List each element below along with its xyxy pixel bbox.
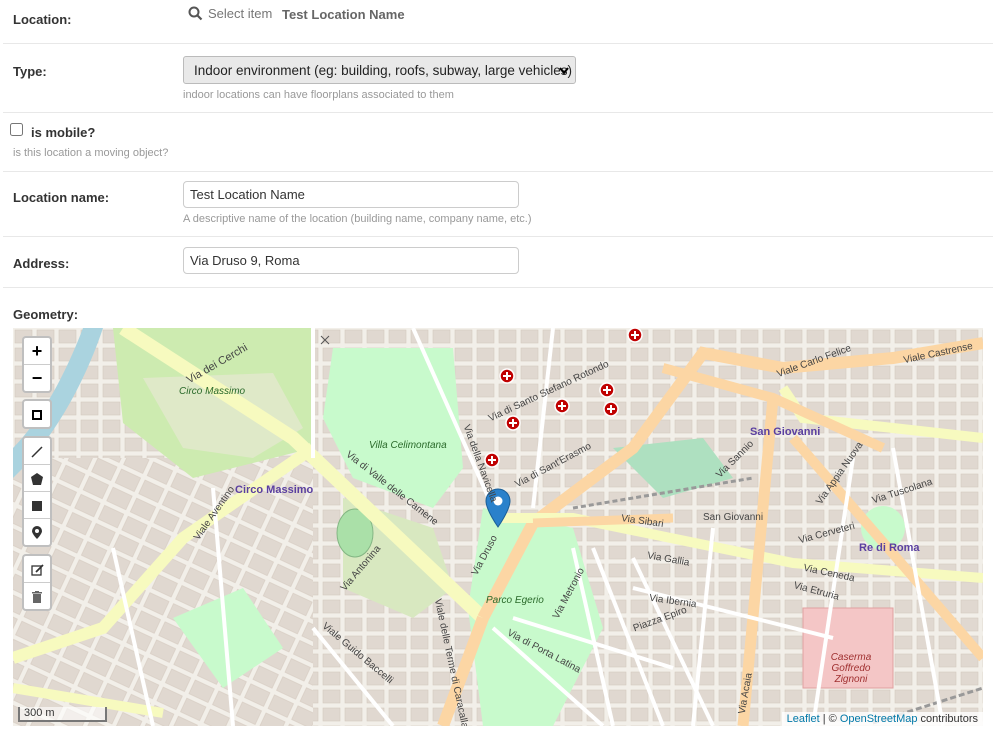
location-row: Location: Select item Test Location Name [3, 0, 993, 44]
map-attribution: Leaflet | © OpenStreetMap contributors [781, 712, 983, 726]
type-select[interactable]: Indoor environment (eg: building, roofs,… [183, 56, 576, 84]
address-row: Address: [3, 237, 993, 288]
type-row: Type: Indoor environment (eg: building, … [3, 44, 993, 113]
marker-icon [32, 526, 42, 540]
chevron-down-icon [559, 57, 569, 96]
type-help: indoor locations can have floorplans ass… [183, 89, 454, 101]
location-name-help: A descriptive name of the location (buil… [183, 213, 532, 225]
draw-polyline-button[interactable] [24, 438, 50, 465]
is-mobile-checkbox[interactable] [10, 123, 23, 136]
map-label: Circo Massimo [235, 484, 314, 496]
draw-toolbar [22, 436, 52, 547]
address-input[interactable] [183, 247, 519, 274]
map-label: Circo Massimo [179, 386, 246, 397]
zoom-in-button[interactable]: + [24, 338, 50, 365]
edit-layers-button[interactable] [24, 556, 50, 583]
scale-bar: 300 m [18, 707, 107, 722]
location-selected-value[interactable]: Test Location Name [282, 7, 405, 22]
location-select-placeholder[interactable]: Select item [208, 6, 272, 21]
trash-icon [32, 591, 42, 604]
delete-layers-button[interactable] [24, 583, 50, 609]
type-label: Type: [13, 64, 47, 79]
location-name-input[interactable] [183, 181, 519, 208]
polyline-icon [31, 446, 43, 458]
location-label: Location: [13, 12, 72, 27]
location-name-row: Location name: A descriptive name of the… [3, 172, 993, 237]
square-icon [32, 501, 42, 512]
square-outline-icon [32, 410, 42, 421]
map-label: Re di Roma [859, 542, 920, 554]
map-label: San Giovanni [750, 426, 821, 438]
location-name-label: Location name: [13, 190, 110, 205]
map-label: San Giovanni [703, 512, 764, 523]
is-mobile-label[interactable]: is mobile? [31, 125, 95, 140]
polygon-icon [31, 473, 43, 486]
attribution-suffix: contributors [917, 713, 978, 725]
osm-link[interactable]: OpenStreetMap [840, 713, 918, 725]
edit-icon [31, 564, 44, 576]
map-label: Villa Celimontana [369, 440, 447, 451]
edit-toolbar [22, 554, 52, 611]
draw-marker-button[interactable] [24, 519, 50, 545]
is-mobile-row: is mobile? is this location a moving obj… [3, 113, 993, 172]
is-mobile-help: is this location a moving object? [13, 147, 169, 159]
rectangle-tool [22, 399, 52, 429]
address-label: Address: [13, 256, 70, 271]
leaflet-link[interactable]: Leaflet [787, 713, 820, 725]
geometry-label: Geometry: [13, 307, 79, 322]
map[interactable]: Circo Massimo Circo Massimo Villa Celimo… [13, 328, 983, 726]
draw-square-button[interactable] [24, 492, 50, 519]
type-select-value: Indoor environment (eg: building, roofs,… [194, 63, 572, 78]
search-icon[interactable] [188, 6, 203, 26]
attribution-separator: | © [819, 713, 840, 725]
draw-rectangle-button[interactable] [24, 401, 50, 427]
zoom-control: + − [22, 336, 52, 393]
map-label: Parco Egerio [486, 595, 544, 606]
zoom-out-button[interactable]: − [24, 365, 50, 391]
draw-polygon-button[interactable] [24, 465, 50, 492]
map-label: Caserma Goffredo Zignoni [830, 652, 872, 685]
